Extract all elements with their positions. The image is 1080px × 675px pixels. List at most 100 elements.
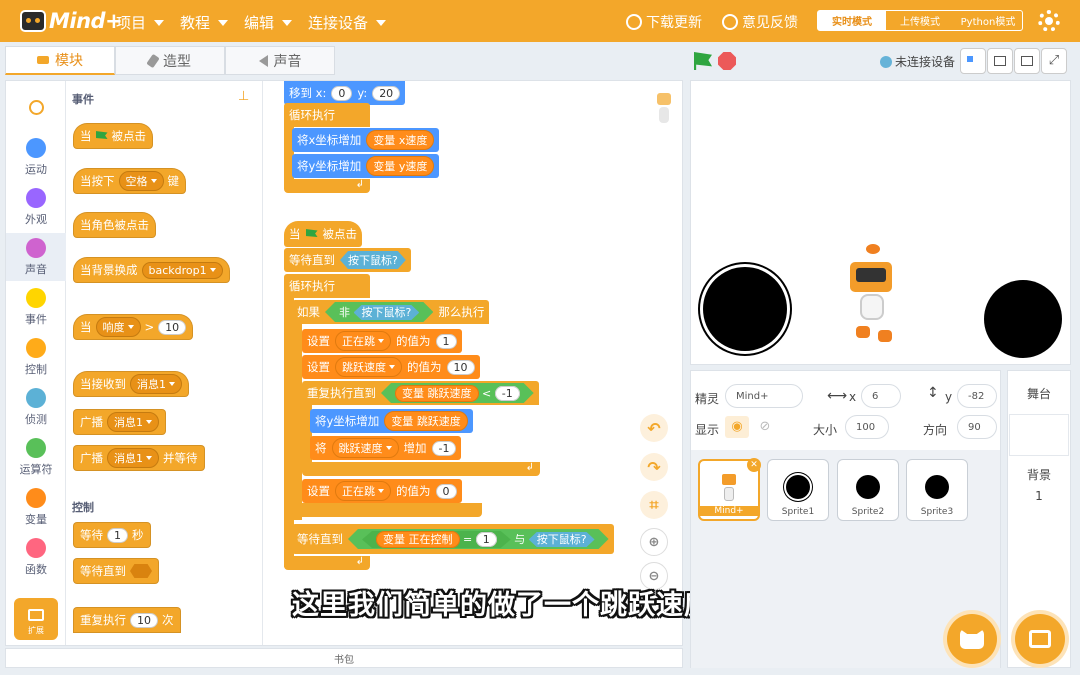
- black-circle-left[interactable]: [703, 267, 787, 351]
- variable-dropdown[interactable]: 跳跃速度: [331, 438, 399, 458]
- block-wait-until[interactable]: 等待直到: [73, 558, 159, 584]
- wait-value-input[interactable]: 1: [107, 527, 128, 543]
- x-position-input[interactable]: 6: [861, 384, 901, 408]
- mouse-down-sensing[interactable]: 按下鼠标?: [340, 251, 406, 269]
- block-if-then[interactable]: 如果非 按下鼠标? 那么执行: [292, 300, 490, 324]
- variable-dropdown[interactable]: 跳跃速度: [335, 357, 402, 377]
- category-looks[interactable]: 外观: [6, 183, 66, 231]
- block-wait-until-mouse[interactable]: 等待直到 按下鼠标?: [284, 248, 411, 272]
- boolean-slot[interactable]: [130, 564, 152, 578]
- normal-stage-icon[interactable]: [987, 48, 1013, 74]
- block-when-flag-clicked[interactable]: 当 被点击: [73, 123, 153, 149]
- variable-dropdown[interactable]: 正在跳: [335, 481, 391, 501]
- menu-project[interactable]: 项目: [116, 12, 165, 33]
- block-set-jump-speed[interactable]: 设置 跳跃速度 的值为 10: [302, 355, 480, 379]
- block-when-backdrop-switches[interactable]: 当背景换成 backdrop1: [73, 257, 230, 283]
- category-events[interactable]: 事件: [6, 283, 66, 331]
- var-x-speed[interactable]: 变量 x速度: [366, 130, 435, 150]
- download-update-button[interactable]: 下载更新: [626, 12, 702, 32]
- menu-edit[interactable]: 编辑: [244, 12, 293, 33]
- tab-costumes[interactable]: 造型: [115, 46, 225, 75]
- loudness-dropdown[interactable]: 响度: [95, 317, 141, 337]
- block-wait-until-control[interactable]: 等待直到 变量 正在控制 = 1 与 按下鼠标?: [292, 524, 614, 554]
- crop-icon[interactable]: ⌗: [640, 491, 668, 519]
- sprite-tile-mindplus[interactable]: ✕ Mind+: [698, 458, 761, 521]
- block-wait-seconds[interactable]: 等待 1 秒: [73, 522, 151, 548]
- show-eye-icon[interactable]: ◉: [725, 416, 749, 438]
- value-input[interactable]: 0: [435, 483, 457, 499]
- var-controlling[interactable]: 变量 正在控制: [376, 531, 460, 548]
- value-input[interactable]: 1: [435, 333, 457, 349]
- black-circle-right[interactable]: [984, 280, 1062, 358]
- message-dropdown[interactable]: 消息1: [107, 412, 159, 432]
- key-dropdown[interactable]: 空格: [118, 171, 164, 191]
- extension-button[interactable]: 扩展: [14, 598, 58, 640]
- delete-sprite-icon[interactable]: ✕: [747, 458, 761, 472]
- mindplus-robot-sprite[interactable]: [846, 244, 902, 348]
- y-input[interactable]: 20: [372, 85, 401, 101]
- x-input[interactable]: 0: [331, 85, 353, 101]
- settings-gear-icon[interactable]: [1038, 10, 1060, 32]
- block-repeat-until[interactable]: 重复执行直到 变量 跳跃速度 < -1: [302, 381, 539, 405]
- mouse-down-sensing[interactable]: 按下鼠标?: [354, 305, 420, 320]
- redo-icon[interactable]: ↷: [640, 453, 668, 481]
- category-operators[interactable]: 运算符: [6, 433, 66, 481]
- loudness-value-input[interactable]: 10: [158, 319, 187, 335]
- value-input[interactable]: 1: [476, 532, 497, 547]
- block-broadcast[interactable]: 广播 消息1: [73, 409, 166, 435]
- not-operator[interactable]: 非 按下鼠标?: [325, 302, 433, 322]
- menu-connect-device[interactable]: 连接设备: [308, 12, 387, 33]
- small-stage-icon[interactable]: [960, 48, 986, 74]
- message-dropdown[interactable]: 消息1: [107, 448, 159, 468]
- block-change-jump-speed[interactable]: 将跳跃速度 增加 -1: [310, 436, 462, 460]
- block-forever-1[interactable]: 循环执行: [284, 103, 370, 127]
- menu-tutorial[interactable]: 教程: [180, 12, 229, 33]
- y-position-input[interactable]: -82: [957, 384, 997, 408]
- size-input[interactable]: 100: [845, 415, 889, 439]
- sprite-tile-sprite1[interactable]: Sprite1: [767, 459, 829, 521]
- variable-dropdown[interactable]: 正在跳: [335, 331, 391, 351]
- undo-icon[interactable]: ↶: [640, 414, 668, 442]
- stage-canvas[interactable]: [690, 80, 1071, 365]
- block-when-sprite-clicked[interactable]: 当角色被点击: [73, 212, 156, 238]
- var-y-speed[interactable]: 变量 y速度: [366, 156, 435, 176]
- mouse-down-sensing[interactable]: 按下鼠标?: [529, 532, 595, 547]
- and-operator[interactable]: 变量 正在控制 = 1 与 按下鼠标?: [348, 529, 609, 549]
- sprite-tile-sprite3[interactable]: Sprite3: [906, 459, 968, 521]
- block-set-jumping[interactable]: 设置 正在跳 的值为 1: [302, 329, 462, 353]
- mode-python[interactable]: Python模式: [954, 11, 1022, 30]
- tab-sounds[interactable]: 声音: [225, 46, 335, 75]
- category-search[interactable]: [6, 83, 66, 131]
- sprite-name-input[interactable]: Mind+: [725, 384, 803, 408]
- block-goto-xy[interactable]: 移到 x: 0 y: 20: [284, 81, 406, 105]
- fullscreen-icon[interactable]: ⤢: [1041, 48, 1067, 74]
- zoom-in-icon[interactable]: ⊕: [640, 528, 668, 556]
- stage-panel[interactable]: 舞台 背景 1: [1007, 370, 1071, 668]
- block-change-x[interactable]: 将x坐标增加 变量 x速度: [292, 128, 440, 152]
- feedback-button[interactable]: 意见反馈: [722, 12, 798, 32]
- block-repeat[interactable]: 重复执行 10 次: [73, 607, 181, 633]
- backdrop-dropdown[interactable]: backdrop1: [141, 261, 223, 279]
- equals-operator[interactable]: 变量 正在控制 = 1: [362, 531, 511, 548]
- tab-blocks[interactable]: 模块: [5, 46, 115, 75]
- category-variables[interactable]: 变量: [6, 483, 66, 531]
- backpack-bar[interactable]: 书包: [5, 648, 683, 668]
- pin-icon[interactable]: ⊥: [238, 89, 249, 104]
- less-than-operator[interactable]: 变量 跳跃速度 < -1: [381, 383, 534, 403]
- category-motion[interactable]: 运动: [6, 133, 66, 181]
- mode-realtime[interactable]: 实时模式: [818, 11, 886, 30]
- category-functions[interactable]: 函数: [6, 533, 66, 581]
- repeat-value-input[interactable]: 10: [130, 612, 158, 628]
- stop-icon[interactable]: [718, 52, 736, 70]
- sprite-tile-sprite2[interactable]: Sprite2: [837, 459, 899, 521]
- var-jump-speed[interactable]: 变量 跳跃速度: [384, 411, 468, 431]
- category-sound[interactable]: 声音: [6, 233, 66, 281]
- direction-input[interactable]: 90: [957, 415, 997, 439]
- block-when-key-pressed[interactable]: 当按下 空格键: [73, 168, 186, 194]
- large-stage-icon[interactable]: [1014, 48, 1040, 74]
- block-broadcast-and-wait[interactable]: 广播 消息1 并等待: [73, 445, 205, 471]
- add-sprite-button[interactable]: [947, 614, 997, 664]
- block-when-loudness-greater[interactable]: 当响度 >10: [73, 314, 194, 340]
- block-when-flag-clicked-script[interactable]: 当 被点击: [284, 221, 362, 247]
- category-control[interactable]: 控制: [6, 333, 66, 381]
